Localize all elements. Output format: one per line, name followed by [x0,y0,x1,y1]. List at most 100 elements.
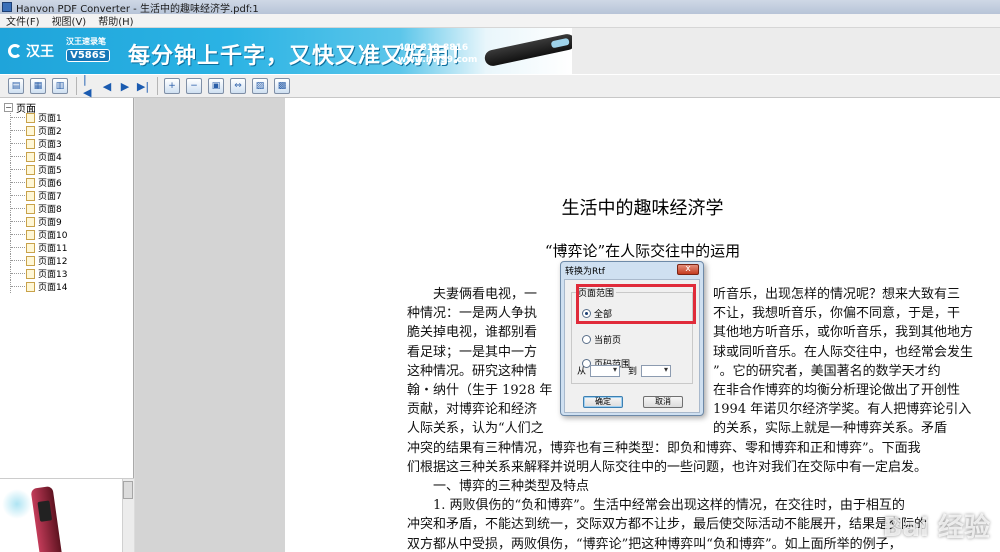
to-label: 到 [628,367,638,377]
page-icon [26,281,35,292]
from-label: 从 [577,367,587,377]
tree-item-page[interactable]: 页面3 [10,137,67,150]
document-subtitle: “博弈论”在人际交往中的运用 [544,242,741,260]
tree-item-label[interactable]: 页面14 [38,280,67,293]
export-button[interactable]: ▥ [52,78,68,94]
tree-item-page[interactable]: 页面13 [10,267,67,280]
tree-connector [10,202,26,215]
thumbnail-scrollbar[interactable] [122,479,134,552]
tree-item-page[interactable]: 页面7 [10,189,67,202]
radio-current-icon[interactable] [582,335,591,344]
convert-button[interactable]: ▦ [30,78,46,94]
tree-item-label[interactable]: 页面5 [38,163,62,176]
image-button[interactable]: ▨ [252,78,268,94]
app-icon [2,2,12,12]
tree-item-page[interactable]: 页面2 [10,124,67,137]
toolbar: ▤ ▦ ▥ |◀ ◀ ▶ ▶| + − ▣ ⇔ ▨ ▩ [0,73,1000,99]
document-line-fragment: 在非合作博弈的均衡分析理论做出了开创性 [713,383,961,399]
tree-item-page[interactable]: 页面6 [10,176,67,189]
scan-pen-icon [483,32,572,68]
tree-item-page[interactable]: 页面11 [10,241,67,254]
tree-item-label[interactable]: 页面11 [38,241,67,254]
dialog-close-button[interactable]: x [677,264,699,275]
device-thumbnail-image [30,485,64,552]
menu-file[interactable]: 文件(F) [6,13,40,28]
scrollbar-thumb[interactable] [123,481,133,499]
tree-connector [10,189,26,202]
cancel-button[interactable]: 取消 [643,396,683,408]
zoom-in-button[interactable]: + [164,78,180,94]
open-button[interactable]: ▤ [8,78,24,94]
tree-item-page[interactable]: 页面5 [10,163,67,176]
toolbar-separator [76,77,77,95]
tree-item-label[interactable]: 页面8 [38,202,62,215]
window-titlebar: Hanvon PDF Converter - 生活中的趣味经济学.pdf:1 [0,0,1000,15]
radio-current-page[interactable]: 当前页 [582,333,621,346]
fit-page-button[interactable]: ▣ [208,78,224,94]
tree-item-label[interactable]: 页面1 [38,111,62,124]
document-line: 一、博弈的三种类型及特点 [433,479,590,495]
tree-item-label[interactable]: 页面4 [38,150,62,163]
document-line-fragment: 的关系，实际上就是一种博弈关系。矛盾 [713,421,948,437]
thumbnail-decoration [2,489,32,519]
last-page-button[interactable]: ▶| [137,78,149,94]
ad-banner[interactable]: 汉王 汉王速录笔 V586S 每分钟上千字，又快又准又好用！ 400-810-8… [0,28,572,74]
tree-connector [10,241,26,254]
tree-item-page[interactable]: 页面8 [10,202,67,215]
dialog-title: 转换为Rtf [565,267,605,277]
next-page-button[interactable]: ▶ [119,78,131,94]
menu-help[interactable]: 帮助(H) [98,13,133,28]
menu-bar: 文件(F) 视图(V) 帮助(H) [0,14,1000,28]
document-right-column: 听音乐，出现怎样的情况呢？想来大致有三 不让，我想听音乐，你偏不同意，于是，干 其他… [713,285,1000,439]
tree-connector [10,228,26,241]
highlight-annotation [576,284,696,324]
first-page-button[interactable]: |◀ [83,73,95,99]
radio-current-label[interactable]: 当前页 [594,333,621,346]
tree-item-page[interactable]: 页面14 [10,280,67,293]
tree-item-label[interactable]: 页面13 [38,267,67,280]
tree-item-page[interactable]: 页面1 [10,111,67,124]
settings-button[interactable]: ▩ [274,78,290,94]
tree-item-label[interactable]: 页面7 [38,189,62,202]
menu-view[interactable]: 视图(V) [52,13,87,28]
zoom-out-button[interactable]: − [186,78,202,94]
document-line: 们根据这三种关系来解释并说明人际交往中的一些问题，也许对我们在交际中有一定启发。 [407,459,928,475]
ok-button[interactable]: 确定 [583,396,623,408]
tree-item-page[interactable]: 页面12 [10,254,67,267]
fit-width-button[interactable]: ⇔ [230,78,246,94]
tree-item-label[interactable]: 页面9 [38,215,62,228]
tree-item-page[interactable]: 页面9 [10,215,67,228]
page-icon [26,177,35,188]
brand-name: 汉王 [26,44,54,60]
tree-item-label[interactable]: 页面2 [38,124,62,137]
tree-connector [10,163,26,176]
toolbar-separator [157,77,158,95]
to-select[interactable] [641,364,672,377]
document-line: 冲突的结果有三种情况，博弈也有三种类型：即负和博弈、零和博弈和正和博弈”。下面我 [407,440,921,456]
page-icon [26,268,35,279]
thumbnail-panel [0,478,134,552]
product-name: 汉王速录笔 [66,37,106,46]
page-icon [26,151,35,162]
tree-item-label[interactable]: 页面12 [38,254,67,267]
tree-connector [10,176,26,189]
tree-connector [10,124,26,137]
tree-item-page[interactable]: 页面4 [10,150,67,163]
tree-item-label[interactable]: 页面10 [38,228,67,241]
banner-website: www.hw99.com [398,55,478,65]
prev-page-button[interactable]: ◀ [101,78,113,94]
product-model: V586S [66,49,110,62]
tree-item-page[interactable]: 页面10 [10,228,67,241]
banner-contact: 400-810-8816 www.hw99.com [398,42,477,66]
hanvon-logo-icon [8,44,22,58]
document-line-fragment: 其他地方听音乐，或你听音乐，我到其他地方 [713,325,974,341]
tree-connector [10,254,26,267]
page-icon [26,164,35,175]
tree-connector [10,215,26,228]
from-select[interactable] [590,364,621,377]
tree-item-label[interactable]: 页面3 [38,137,62,150]
page-icon [26,229,35,240]
page-icon [26,125,35,136]
tree-connector [10,137,26,150]
tree-item-label[interactable]: 页面6 [38,176,62,189]
